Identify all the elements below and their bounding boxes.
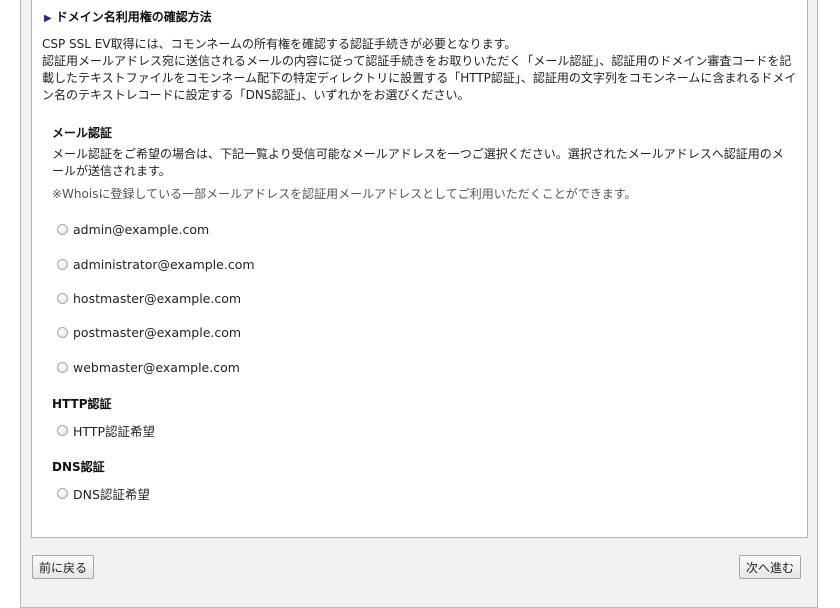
- mail-option-administrator[interactable]: administrator@example.com: [57, 256, 255, 272]
- mail-option-webmaster[interactable]: webmaster@example.com: [57, 359, 240, 375]
- mail-option-hostmaster[interactable]: hostmaster@example.com: [57, 290, 241, 306]
- back-button[interactable]: 前に戻る: [32, 555, 95, 579]
- radio-button[interactable]: [57, 487, 68, 499]
- next-button[interactable]: 次へ進む: [739, 555, 802, 579]
- radio-button[interactable]: [57, 258, 68, 270]
- mail-option-admin[interactable]: admin@example.com: [57, 221, 209, 237]
- section-heading-text: ドメイン名利用権の確認方法: [55, 10, 212, 24]
- intro-text: CSP SSL EV取得には、コモンネームの所有権を確認する認証手続きが必要とな…: [42, 36, 802, 104]
- intro-line-2: 認証用メールアドレス宛に送信されるメールの内容に従って認証手続きをお取りいただく…: [42, 54, 797, 102]
- radio-button[interactable]: [57, 292, 68, 304]
- dns-auth-title: DNS認証: [52, 460, 105, 474]
- dns-auth-option-label: DNS認証希望: [73, 486, 150, 502]
- http-auth-title: HTTP認証: [52, 397, 112, 411]
- radio-button[interactable]: [57, 424, 68, 436]
- radio-button[interactable]: [57, 361, 68, 373]
- mail-option-label: administrator@example.com: [73, 256, 255, 272]
- mail-option-postmaster[interactable]: postmaster@example.com: [57, 324, 241, 340]
- mail-option-label: webmaster@example.com: [73, 359, 240, 375]
- intro-line-1: CSP SSL EV取得には、コモンネームの所有権を確認する認証手続きが必要とな…: [42, 37, 517, 51]
- triangle-marker-icon: ▶: [44, 13, 52, 24]
- mail-auth-title: メール認証: [52, 126, 113, 140]
- mail-auth-description: メール認証をご希望の場合は、下記一覧より受信可能なメールアドレスを一つご選択くだ…: [52, 147, 784, 178]
- section-heading: ▶ ドメイン名利用権の確認方法: [44, 8, 212, 25]
- radio-button[interactable]: [57, 223, 68, 235]
- radio-button[interactable]: [57, 326, 68, 338]
- http-auth-option-label: HTTP認証希望: [73, 423, 155, 439]
- http-auth-option[interactable]: HTTP認証希望: [57, 422, 155, 439]
- dns-auth-option[interactable]: DNS認証希望: [57, 485, 150, 502]
- mail-auth-note: ※Whoisに登録している一部メールアドレスを認証用メールアドレスとしてご利用い…: [52, 187, 637, 201]
- mail-option-label: postmaster@example.com: [73, 324, 242, 340]
- mail-option-label: admin@example.com: [73, 221, 210, 237]
- mail-option-label: hostmaster@example.com: [73, 290, 242, 306]
- content-panel: ▶ ドメイン名利用権の確認方法 CSP SSL EV取得には、コモンネームの所有権…: [31, 0, 808, 538]
